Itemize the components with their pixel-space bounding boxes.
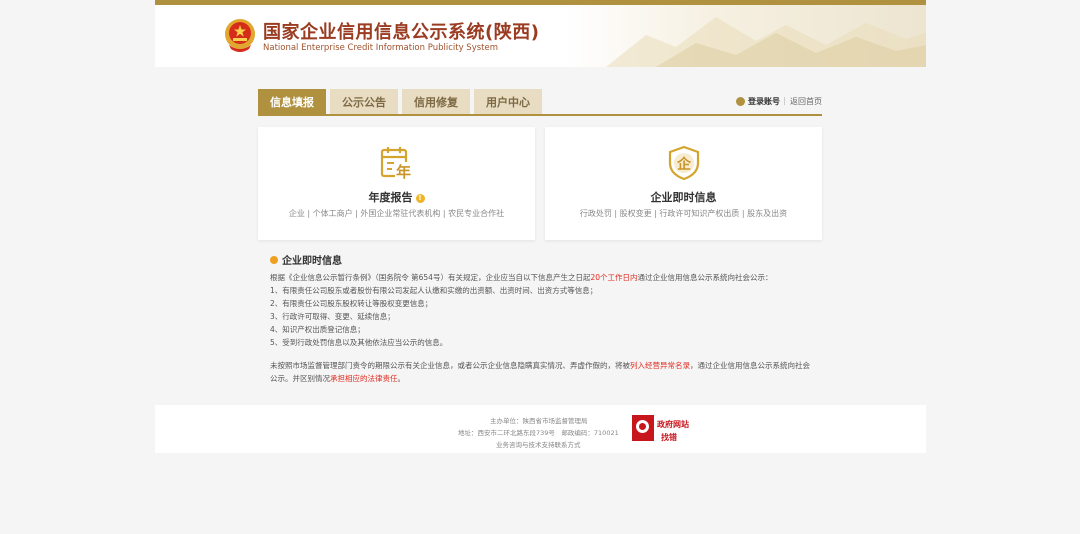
calendar-year-icon: 年	[379, 145, 415, 181]
nav-separator: |	[783, 96, 786, 105]
enterprise-shield-icon: 企	[666, 145, 702, 181]
footer-host: 主办单位：陕西省市场监督管理局	[490, 417, 588, 425]
instant-info-section: 企业即时信息 根据《企业信息公示暂行条例》（国务院令 第654号）有关规定，企业…	[270, 252, 815, 385]
gov-search-icon	[632, 415, 654, 441]
enterprise-instant-info-subtitle: 行政处罚 | 股权变更 | 行政许可知识产权出质 | 股东及出资	[579, 209, 788, 218]
footer-address: 地址：西安市二环北路东段739号 邮政编码：710021	[458, 429, 619, 437]
list-item: 4、知识产权出质登记信息；	[270, 325, 365, 334]
warning-paragraph: 未按照市场监督管理部门责令的期限公示有关企业信息，或者公示企业信息隐瞒真实情况、…	[270, 361, 810, 383]
enterprise-instant-info-card[interactable]: 企 企业即时信息 行政处罚 | 股权变更 | 行政许可知识产权出质 | 股东及出…	[545, 127, 822, 240]
list-item: 1、有限责任公司股东或者股份有限公司发起人认缴和实缴的出资额、出资时间、出资方式…	[270, 286, 598, 295]
main-nav: 信息填报 公示公告 信用修复 用户中心 登录账号 | 返回首页	[258, 89, 822, 116]
site-title-english: National Enterprise Credit Information P…	[263, 43, 498, 53]
svg-text:年: 年	[396, 163, 411, 181]
site-title: 国家企业信用信息公示系统(陕西)	[263, 22, 540, 43]
site-header: 国家企业信用信息公示系统(陕西) National Enterprise Cre…	[155, 0, 926, 67]
annual-report-card[interactable]: 年 年度报告! 企业 | 个体工商户 | 外国企业常驻代表机构 | 农民专业合作…	[258, 127, 535, 240]
list-item: 3、行政许可取得、变更、延续信息；	[270, 312, 395, 321]
national-emblem-icon	[223, 17, 257, 53]
list-item: 2、有限责任公司股东股权转让等股权变更信息；	[270, 299, 433, 308]
header-decoration	[566, 5, 926, 67]
info-dot-icon	[270, 255, 278, 264]
list-item: 5、受到行政处罚信息以及其他依法应当公示的信息。	[270, 338, 448, 347]
intro-paragraph: 根据《企业信息公示暂行条例》（国务院令 第654号）有关规定，企业应当自以下信息…	[270, 273, 773, 282]
footer-support-link[interactable]: 业务咨询与技术支持联系方式	[496, 439, 581, 449]
annual-report-title: 年度报告!	[258, 189, 535, 205]
annual-report-subtitle: 企业 | 个体工商户 | 外国企业常驻代表机构 | 农民专业合作社	[288, 209, 505, 218]
svg-text:企: 企	[676, 156, 692, 173]
user-icon	[736, 97, 745, 106]
site-footer: 主办单位：陕西省市场监督管理局 地址：西安市二环北路东段739号 邮政编码：71…	[155, 405, 926, 453]
home-link[interactable]: 返回首页	[790, 96, 822, 107]
mountain-decoration	[606, 17, 926, 67]
tab-public-notice[interactable]: 公示公告	[330, 89, 398, 114]
tab-info-report[interactable]: 信息填报	[258, 89, 326, 114]
tab-credit-repair[interactable]: 信用修复	[402, 89, 470, 114]
tab-user-center[interactable]: 用户中心	[474, 89, 542, 114]
login-link[interactable]: 登录账号	[736, 96, 780, 107]
enterprise-instant-info-title: 企业即时信息	[650, 191, 717, 204]
section-title: 企业即时信息	[270, 252, 815, 267]
gov-error-report-badge[interactable]: 政府网站 找错	[632, 415, 690, 445]
login-label: 登录账号	[748, 97, 780, 106]
info-icon[interactable]: !	[415, 194, 425, 203]
